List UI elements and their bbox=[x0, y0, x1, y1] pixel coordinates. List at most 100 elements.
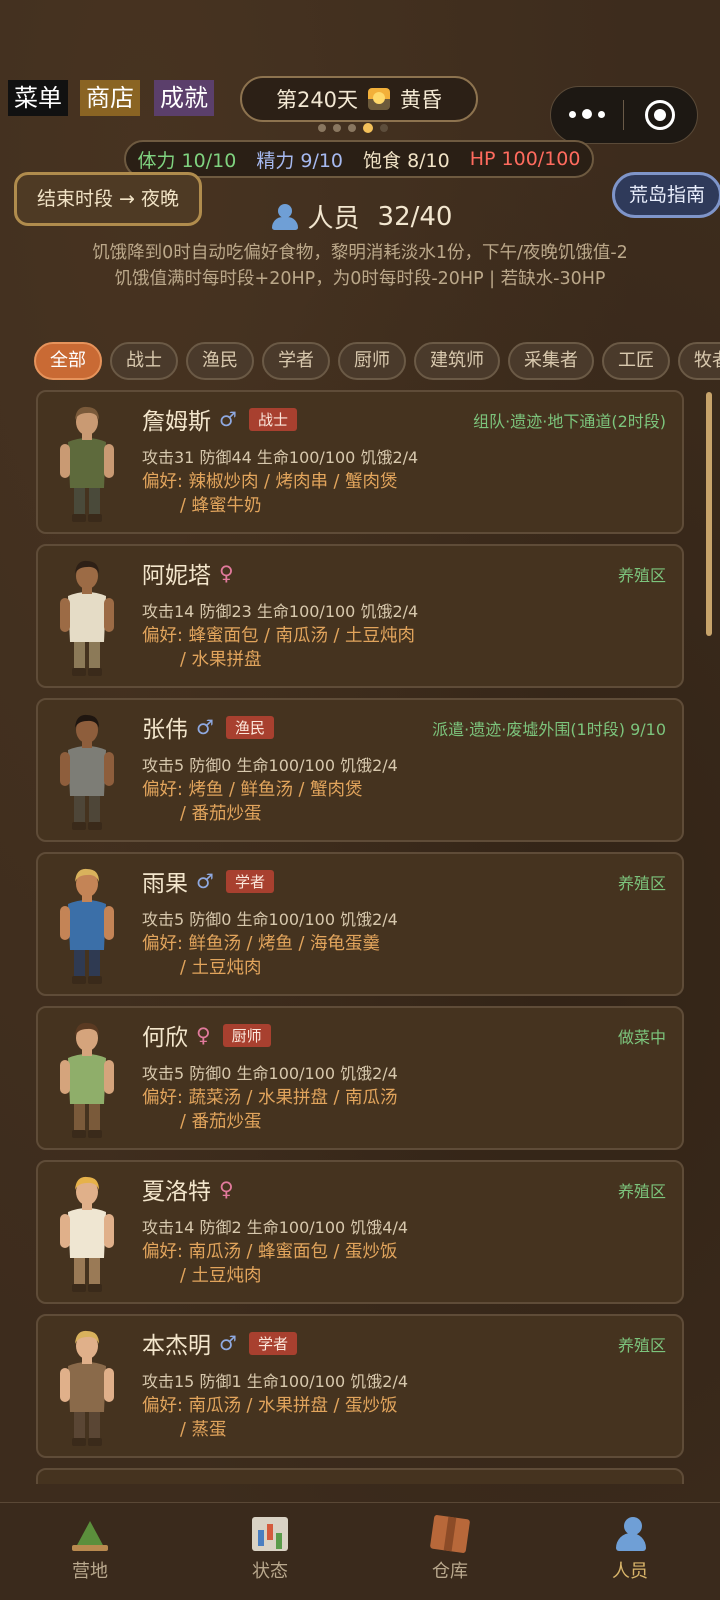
character-stats: 攻击5 防御0 生命100/100 饥饿2/4 bbox=[142, 756, 398, 775]
gender-icon: ♂ bbox=[219, 1331, 237, 1355]
character-card[interactable]: 本杰明 ♂ 学者 养殖区 攻击15 防御1 生命100/100 饥饿2/4 偏好… bbox=[36, 1314, 684, 1458]
character-name: 本杰明 bbox=[142, 1333, 211, 1359]
people-icon bbox=[612, 1517, 648, 1551]
stamina-stat: 体力 10/10 bbox=[137, 149, 237, 172]
preference-line-2: / 番茄炒蛋 bbox=[180, 804, 262, 824]
preference-line-1: 偏好: 烤鱼 / 鲜鱼汤 / 蟹肉煲 bbox=[142, 780, 363, 800]
character-card[interactable]: 张伟 ♂ 渔民 派遣·遗迹·废墟外围(1时段) 9/10 攻击5 防御0 生命1… bbox=[36, 698, 684, 842]
character-card-partial[interactable] bbox=[36, 1468, 684, 1484]
nav-item-camp[interactable]: 营地 bbox=[0, 1503, 180, 1600]
preference-line-2: / 蒸蛋 bbox=[180, 1420, 227, 1440]
preference-line-1: 偏好: 南瓜汤 / 水果拼盘 / 蛋炒饭 bbox=[142, 1396, 398, 1416]
warehouse-icon bbox=[429, 1514, 471, 1554]
role-filter-tabs: 全部战士渔民学者厨师建筑师采集者工匠牧者 bbox=[34, 342, 720, 382]
food-preferences: 偏好: 蔬菜汤 / 水果拼盘 / 南瓜汤 / 番茄炒蛋 bbox=[142, 1086, 662, 1134]
filter-tab[interactable]: 战士 bbox=[110, 342, 178, 380]
gender-icon: ♀ bbox=[219, 561, 234, 585]
character-stats: 攻击5 防御0 生命100/100 饥饿2/4 bbox=[142, 1064, 398, 1083]
character-avatar bbox=[52, 864, 122, 986]
filter-tab[interactable]: 工匠 bbox=[602, 342, 670, 380]
status-icon bbox=[252, 1517, 288, 1551]
day-indicator[interactable]: 第240天 黄昏 bbox=[240, 76, 478, 122]
filter-tab[interactable]: 渔民 bbox=[186, 342, 254, 380]
shop-button[interactable]: 商店 bbox=[80, 80, 140, 116]
character-avatar bbox=[52, 556, 122, 678]
preference-line-2: / 蜂蜜牛奶 bbox=[180, 496, 262, 516]
filter-tab[interactable]: 采集者 bbox=[508, 342, 594, 380]
gender-icon: ♂ bbox=[196, 869, 214, 893]
gender-icon: ♀ bbox=[219, 1177, 234, 1201]
day-label: 第240天 bbox=[275, 88, 359, 112]
page-dot bbox=[363, 123, 373, 133]
character-card[interactable]: 雨果 ♂ 学者 养殖区 攻击5 防御0 生命100/100 饥饿2/4 偏好: … bbox=[36, 852, 684, 996]
character-location: 养殖区 bbox=[617, 1182, 666, 1201]
people-count: 32/40 bbox=[377, 201, 453, 232]
character-card[interactable]: 夏洛特 ♀ 养殖区 攻击14 防御2 生命100/100 饥饿4/4 偏好: 南… bbox=[36, 1160, 684, 1304]
gender-icon: ♂ bbox=[196, 715, 214, 739]
energy-stat: 精力 9/10 bbox=[256, 149, 344, 172]
nav-label: 人员 bbox=[612, 1561, 648, 1582]
character-location: 组队·遗迹·地下通道(2时段) bbox=[473, 412, 666, 431]
close-miniprogram-icon[interactable] bbox=[624, 100, 698, 130]
camp-icon bbox=[72, 1517, 108, 1551]
role-badge: 学者 bbox=[248, 1331, 297, 1355]
character-location: 做菜中 bbox=[617, 1028, 666, 1047]
character-name: 何欣 bbox=[142, 1025, 188, 1051]
filter-tab[interactable]: 全部 bbox=[34, 342, 102, 380]
rules-line-2: 饥饿值满时每时段+20HP，为0时每时段-20HP | 若缺水-30HP bbox=[114, 269, 606, 289]
character-stats: 攻击15 防御1 生命100/100 饥饿2/4 bbox=[142, 1372, 409, 1391]
character-avatar bbox=[52, 402, 122, 524]
preference-line-2: / 土豆炖肉 bbox=[180, 1266, 262, 1286]
character-avatar bbox=[52, 1172, 122, 1294]
menu-button[interactable]: 菜单 bbox=[8, 80, 68, 116]
satiety-stat: 饱食 8/10 bbox=[363, 149, 450, 172]
player-stats-bar: 体力 10/10 精力 9/10 饱食 8/10 HP 100/100 bbox=[124, 140, 594, 178]
nav-label: 仓库 bbox=[432, 1561, 468, 1582]
gender-icon: ♀ bbox=[196, 1023, 211, 1047]
page-dot bbox=[348, 124, 356, 132]
filter-tab[interactable]: 建筑师 bbox=[414, 342, 500, 380]
nav-item-status[interactable]: 状态 bbox=[180, 1503, 360, 1600]
people-icon bbox=[268, 203, 298, 230]
nav-item-people[interactable]: 人员 bbox=[540, 1503, 720, 1600]
page-indicator bbox=[318, 123, 388, 133]
character-name: 夏洛特 bbox=[142, 1179, 211, 1205]
role-badge: 战士 bbox=[248, 407, 297, 431]
character-name: 雨果 bbox=[142, 871, 188, 897]
filter-tab[interactable]: 学者 bbox=[262, 342, 330, 380]
food-preferences: 偏好: 南瓜汤 / 水果拼盘 / 蛋炒饭 / 蒸蛋 bbox=[142, 1394, 662, 1442]
gender-icon: ♂ bbox=[219, 407, 237, 431]
food-preferences: 偏好: 辣椒炒肉 / 烤肉串 / 蟹肉煲 / 蜂蜜牛奶 bbox=[142, 470, 662, 518]
role-badge: 学者 bbox=[225, 869, 274, 893]
preference-line-2: / 水果拼盘 bbox=[180, 650, 262, 670]
list-scrollbar[interactable] bbox=[706, 392, 712, 636]
bottom-navigation: 营地 状态 仓库 人员 bbox=[0, 1502, 720, 1600]
page-dot bbox=[380, 124, 388, 132]
nav-label: 营地 bbox=[72, 1561, 108, 1582]
food-preferences: 偏好: 南瓜汤 / 蜂蜜面包 / 蛋炒饭 / 土豆炖肉 bbox=[142, 1240, 662, 1288]
character-card[interactable]: 阿妮塔 ♀ 养殖区 攻击14 防御23 生命100/100 饥饿2/4 偏好: … bbox=[36, 544, 684, 688]
character-stats: 攻击14 防御2 生命100/100 饥饿4/4 bbox=[142, 1218, 409, 1237]
nav-item-warehouse[interactable]: 仓库 bbox=[360, 1503, 540, 1600]
character-card[interactable]: 詹姆斯 ♂ 战士 组队·遗迹·地下通道(2时段) 攻击31 防御44 生命100… bbox=[36, 390, 684, 534]
character-location: 派遣·遗迹·废墟外围(1时段) 9/10 bbox=[432, 720, 666, 739]
role-badge: 厨师 bbox=[222, 1023, 271, 1047]
preference-line-1: 偏好: 蜂蜜面包 / 南瓜汤 / 土豆炖肉 bbox=[142, 626, 416, 646]
character-name: 阿妮塔 bbox=[142, 563, 211, 589]
people-title: 人员 bbox=[307, 204, 360, 234]
character-card[interactable]: 何欣 ♀ 厨师 做菜中 攻击5 防御0 生命100/100 饥饿2/4 偏好: … bbox=[36, 1006, 684, 1150]
more-options-icon[interactable] bbox=[551, 109, 623, 120]
character-name: 詹姆斯 bbox=[142, 409, 211, 435]
miniprogram-capsule bbox=[550, 86, 698, 144]
food-preferences: 偏好: 烤鱼 / 鲜鱼汤 / 蟹肉煲 / 番茄炒蛋 bbox=[142, 778, 662, 826]
filter-tab[interactable]: 牧者 bbox=[678, 342, 720, 380]
hp-stat: HP 100/100 bbox=[469, 148, 581, 170]
character-name: 张伟 bbox=[142, 717, 188, 743]
day-period: 黄昏 bbox=[400, 88, 443, 112]
character-location: 养殖区 bbox=[617, 1336, 666, 1355]
food-preferences: 偏好: 鲜鱼汤 / 烤鱼 / 海龟蛋羹 / 土豆炖肉 bbox=[142, 932, 662, 980]
achievements-button[interactable]: 成就 bbox=[154, 80, 214, 116]
preference-line-2: / 土豆炖肉 bbox=[180, 958, 262, 978]
filter-tab[interactable]: 厨师 bbox=[338, 342, 406, 380]
character-stats: 攻击31 防御44 生命100/100 饥饿2/4 bbox=[142, 448, 419, 467]
